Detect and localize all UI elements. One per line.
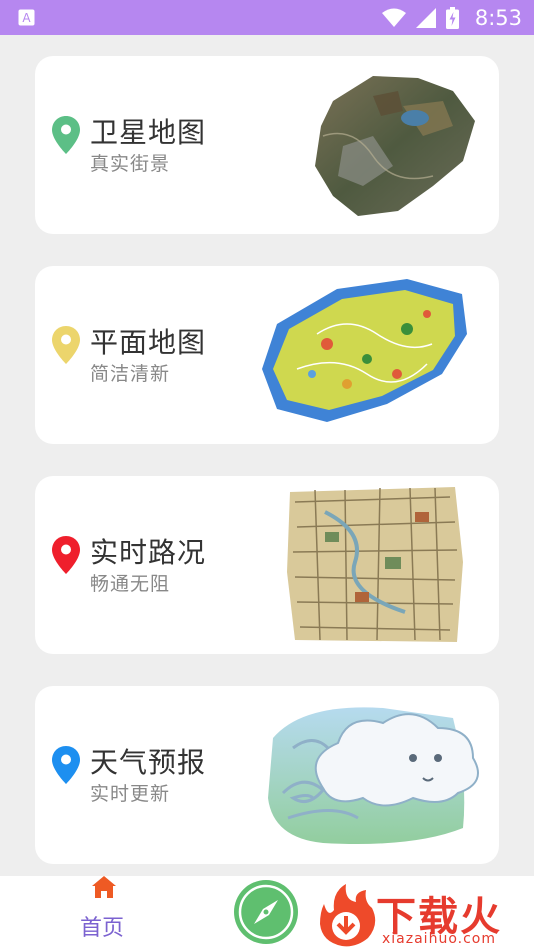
- card-title: 平面地图: [90, 326, 207, 359]
- card-title: 天气预报: [90, 746, 207, 779]
- home-tab-label[interactable]: 首页: [80, 910, 124, 942]
- svg-text:A: A: [22, 11, 31, 25]
- card-subtitle: 简洁清新: [90, 363, 171, 385]
- wifi-icon: [381, 8, 406, 27]
- status-bar: A 8:53: [0, 0, 534, 35]
- bottom-nav: 首页 下载火 xiazaihuo.com: [0, 876, 534, 950]
- satellite-map-card[interactable]: 卫星地图 真实街景: [35, 56, 499, 234]
- compass-icon[interactable]: [234, 880, 298, 944]
- home-icon[interactable]: [92, 876, 116, 898]
- battery-icon: [445, 6, 459, 29]
- flame-logo-icon: [320, 884, 376, 947]
- watermark-url: xiazaihuo.com: [382, 931, 496, 947]
- card-title: 卫星地图: [90, 116, 207, 149]
- weather-image: [268, 707, 479, 844]
- satellite-map-image: [315, 76, 475, 216]
- location-pin-icon: [52, 536, 80, 574]
- flat-map-image: [262, 279, 467, 422]
- card-subtitle: 畅通无阻: [90, 573, 171, 595]
- traffic-card[interactable]: 实时路况 畅通无阻: [35, 476, 499, 654]
- card-subtitle: 真实街景: [90, 153, 171, 175]
- app-notification-icon: A: [18, 9, 35, 26]
- location-pin-icon: [52, 746, 80, 784]
- location-pin-icon: [52, 116, 80, 154]
- flat-map-card[interactable]: 平面地图 简洁清新: [35, 266, 499, 444]
- card-subtitle: 实时更新: [90, 783, 171, 805]
- signal-icon: [415, 7, 436, 28]
- watermark-logo: 下载火 xiazaihuo.com: [314, 882, 534, 950]
- status-time: 8:53: [474, 5, 522, 30]
- weather-card[interactable]: 天气预报 实时更新: [35, 686, 499, 864]
- location-pin-icon: [52, 326, 80, 364]
- traffic-map-image: [287, 487, 463, 642]
- card-title: 实时路况: [90, 536, 207, 569]
